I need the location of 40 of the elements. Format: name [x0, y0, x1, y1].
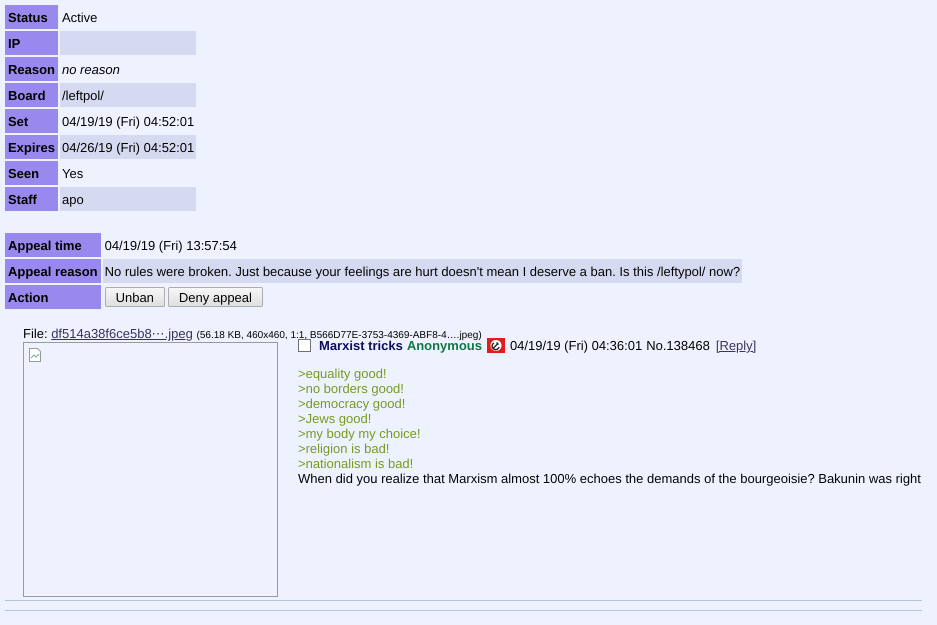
field-label: Appeal time — [5, 233, 101, 257]
field-value: no reason — [60, 60, 121, 78]
field-value: 04/19/19 (Fri) 04:52:01 — [60, 112, 196, 131]
action-button[interactable]: Deny appeal — [168, 287, 263, 307]
post-text: When did you realize that Marxism almost 100% echoes the demands of the bourgeoisie? Bakunin was right — [298, 471, 921, 486]
quote-line: >my body my choice! — [298, 426, 422, 441]
quote-line: >no borders good! — [298, 381, 405, 396]
field-label: Board — [5, 83, 58, 107]
quote-line: >religion is bad! — [298, 441, 390, 456]
field-label: Set — [5, 109, 58, 133]
action-button[interactable]: Unban — [104, 287, 165, 307]
field-value: 04/26/19 (Fri) 04:52:01 — [60, 135, 196, 159]
field-value: No rules were broken. Just because your feelings are hurt doesn't mean I deserve a ban. Is this /leftypol/ now? — [102, 259, 742, 283]
field-label: Seen — [5, 161, 58, 185]
field-label: Appeal reason — [5, 259, 101, 283]
file-label: File: — [23, 326, 48, 341]
field-label: Reason — [5, 57, 58, 81]
post-date: 04/19/19 (Fri) 04:36:01 — [510, 338, 642, 353]
flag-icon — [486, 338, 505, 353]
file-link[interactable]: df514a38f6ce5b8⋯.jpeg — [51, 326, 193, 341]
field-label: Action — [5, 285, 101, 309]
quote-line: >democracy good! — [298, 396, 406, 411]
field-label: Staff — [5, 187, 58, 211]
post-checkbox[interactable] — [298, 339, 311, 352]
field-value: apo — [60, 187, 196, 211]
quote-line: >nationalism is bad! — [298, 456, 414, 471]
post-number[interactable]: No.138468 — [646, 338, 710, 353]
post-subject: Marxist tricks — [319, 338, 403, 353]
broken-image-icon — [29, 348, 41, 362]
quote-line: >equality good! — [298, 366, 388, 381]
field-value: /leftpol/ — [60, 83, 196, 107]
field-label: IP — [5, 31, 58, 55]
reply-link[interactable]: [Reply] — [716, 338, 756, 353]
field-value: 04/19/19 (Fri) 13:57:54 — [104, 236, 238, 255]
field-label: Expires — [5, 135, 58, 159]
file-info: (56.18 KB, 460x460, 1:1, B566D77E-3753-4369-ABF8-4….jpeg) — [196, 330, 482, 341]
quote-line: >Jews good! — [298, 411, 372, 426]
field-value: Active — [60, 8, 98, 26]
field-label: Status — [5, 5, 58, 29]
field-value: Yes — [60, 164, 84, 182]
